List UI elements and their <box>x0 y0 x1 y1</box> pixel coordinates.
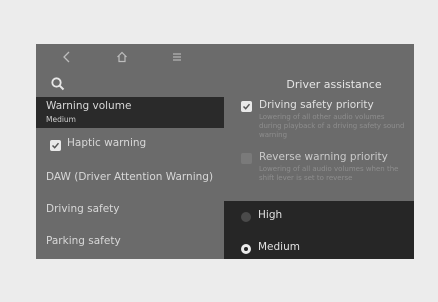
menu-item-label: Driving safety <box>46 203 120 215</box>
driving-safety-priority-description: Lowering of all other audio volumes duri… <box>259 113 405 139</box>
radio-medium[interactable] <box>241 244 251 254</box>
reverse-warning-priority-checkbox[interactable] <box>241 153 252 164</box>
radio-high[interactable] <box>241 212 251 222</box>
reverse-warning-priority-description: Lowering of all audio volumes when the s… <box>259 165 399 182</box>
menu-item-daw[interactable]: DAW (Driver Attention Warning) <box>36 168 224 190</box>
home-icon[interactable] <box>113 48 131 66</box>
menu-item-parking-safety[interactable]: Parking safety <box>36 232 224 254</box>
driving-safety-priority-label: Driving safety priority <box>259 99 374 111</box>
driver-assistance-panel: Driver assistance Driving safety priorit… <box>224 72 414 259</box>
back-icon[interactable] <box>58 48 76 66</box>
menu-item-haptic-warning[interactable]: Haptic warning <box>36 134 224 156</box>
driving-safety-priority-checkbox[interactable] <box>241 101 252 112</box>
menu-item-warning-volume[interactable]: Warning volume Medium <box>36 97 224 128</box>
menu-item-label: Haptic warning <box>67 137 147 149</box>
panel-title: Driver assistance <box>286 78 382 91</box>
radio-medium-label[interactable]: Medium <box>258 241 300 253</box>
settings-menu: Warning volume Medium Haptic warning DAW… <box>36 72 224 259</box>
menu-item-label: Parking safety <box>46 235 121 247</box>
menu-item-value: Medium <box>46 115 76 124</box>
top-bar <box>36 44 414 72</box>
menu-item-label: DAW (Driver Attention Warning) <box>46 171 214 183</box>
radio-high-label[interactable]: High <box>258 209 282 221</box>
infotainment-screen: Warning volume Medium Haptic warning DAW… <box>36 44 414 259</box>
reverse-warning-priority-label: Reverse warning priority <box>259 151 388 163</box>
menu-item-driving-safety[interactable]: Driving safety <box>36 200 224 222</box>
menu-icon[interactable] <box>168 48 186 66</box>
haptic-warning-checkbox[interactable] <box>50 140 61 151</box>
search-icon[interactable] <box>50 76 68 94</box>
menu-item-label: Warning volume <box>46 100 132 112</box>
warning-volume-dropdown: High Medium <box>224 201 414 259</box>
